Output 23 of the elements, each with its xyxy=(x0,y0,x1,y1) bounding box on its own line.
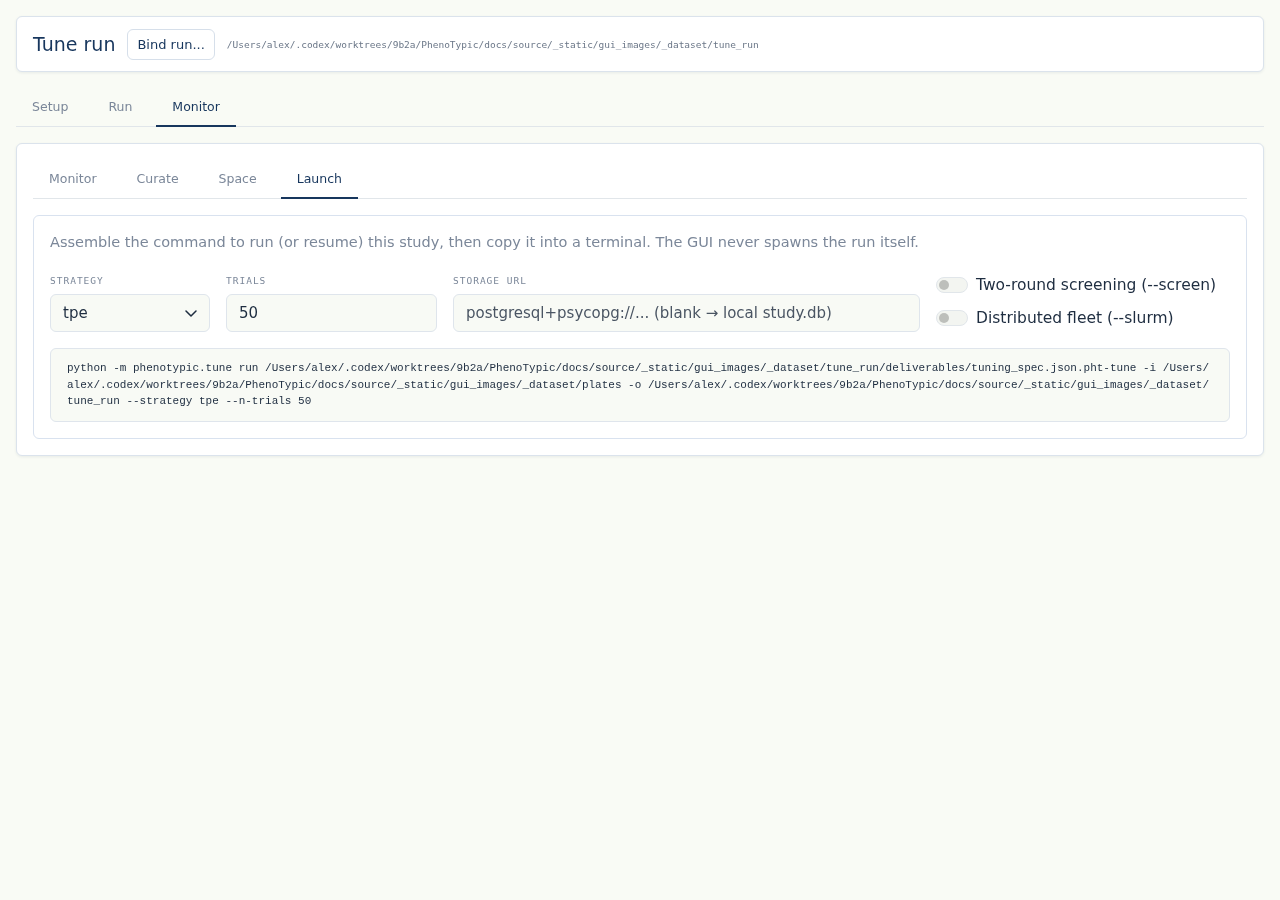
tab[interactable]: Monitor xyxy=(33,160,113,199)
command-block: python -m phenotypic.tune run /Users/alex/.codex/worktrees/9b2a/PhenoTypic/docs/source/_static/gui_images/_dataset/tune_run/deliverables/tuning_spec.json.pht-tune -i /Users/alex/.codex/worktrees/9b2a/PhenoTypic/docs/source/_static/gui_images/_dataset/plates -o /Users/alex/.codex/worktrees/9b2a/PhenoTypic/docs/source/_static/gui_images/_dataset/tune_run --strategy tpe --n-trials 50 xyxy=(50,348,1230,422)
tab[interactable]: Run xyxy=(92,88,149,127)
page-title: Tune run xyxy=(33,33,116,55)
dropdown-select[interactable]: tpe xyxy=(50,294,210,332)
text-input[interactable]: 50 xyxy=(226,294,437,332)
description-text: Assemble the command to run (or resume) this study, then copy it into a terminal. The GUI never spawns the run itself. xyxy=(50,233,920,252)
toggle-label: Distributed fleet (--slurm) xyxy=(976,308,1174,328)
tab[interactable]: Setup xyxy=(16,88,85,127)
tab[interactable]: Launch xyxy=(280,160,358,199)
field-label: STRATEGY xyxy=(50,275,105,287)
tab[interactable]: Curate xyxy=(120,160,195,199)
field-label: STORAGE URL xyxy=(453,275,528,287)
text-input[interactable]: postgresql+psycopg://... (blank → local study.db) xyxy=(453,294,920,332)
toggle-label: Two-round screening (--screen) xyxy=(976,275,1217,295)
toggle-switch[interactable] xyxy=(936,310,968,326)
field-label: TRIALS xyxy=(226,275,268,287)
tab[interactable]: Monitor xyxy=(156,88,236,127)
caret-icon xyxy=(185,309,197,317)
bind-run-button[interactable]: Bind run... xyxy=(127,28,215,60)
toggle-switch[interactable] xyxy=(936,277,968,293)
path-text: /Users/alex/.codex/worktrees/9b2a/PhenoTypic/docs/source/_static/gui_images/_dataset/tune_run xyxy=(226,38,759,50)
tab[interactable]: Space xyxy=(202,160,273,199)
